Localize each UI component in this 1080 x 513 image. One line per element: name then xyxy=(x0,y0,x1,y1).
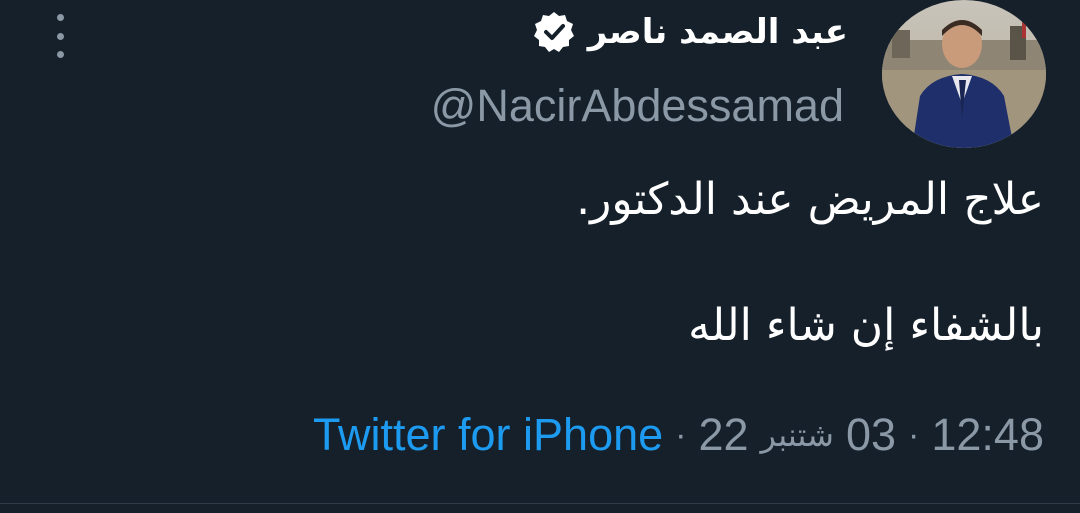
author-name-row: عبد الصمد ناصر xyxy=(532,4,848,60)
tweet-day[interactable]: 03 xyxy=(846,409,896,461)
author-display-name[interactable]: عبد الصمد ناصر xyxy=(588,12,848,52)
divider xyxy=(0,503,1080,504)
tweet-month[interactable]: شتنبر xyxy=(761,416,834,454)
more-options-icon[interactable] xyxy=(52,14,68,58)
tweet-source-link[interactable]: Twitter for iPhone xyxy=(313,409,663,461)
tweet-text-line: بالشفاء إن شاء الله xyxy=(688,300,1044,351)
avatar[interactable] xyxy=(882,0,1046,148)
tweet-meta: 12:48 · 03 شتنبر 22 · Twitter for iPhone xyxy=(313,400,1044,470)
author-handle[interactable]: @NacirAbdessamad xyxy=(431,80,844,132)
tweet-year[interactable]: 22 xyxy=(698,409,748,461)
verified-badge-icon xyxy=(533,12,574,52)
meta-separator: · xyxy=(908,415,920,454)
profile-photo-icon xyxy=(882,0,1046,148)
tweet-time[interactable]: 12:48 xyxy=(931,409,1044,461)
meta-separator: · xyxy=(675,415,687,454)
tweet-text-line: علاج المريض عند الدكتور. xyxy=(576,174,1044,225)
